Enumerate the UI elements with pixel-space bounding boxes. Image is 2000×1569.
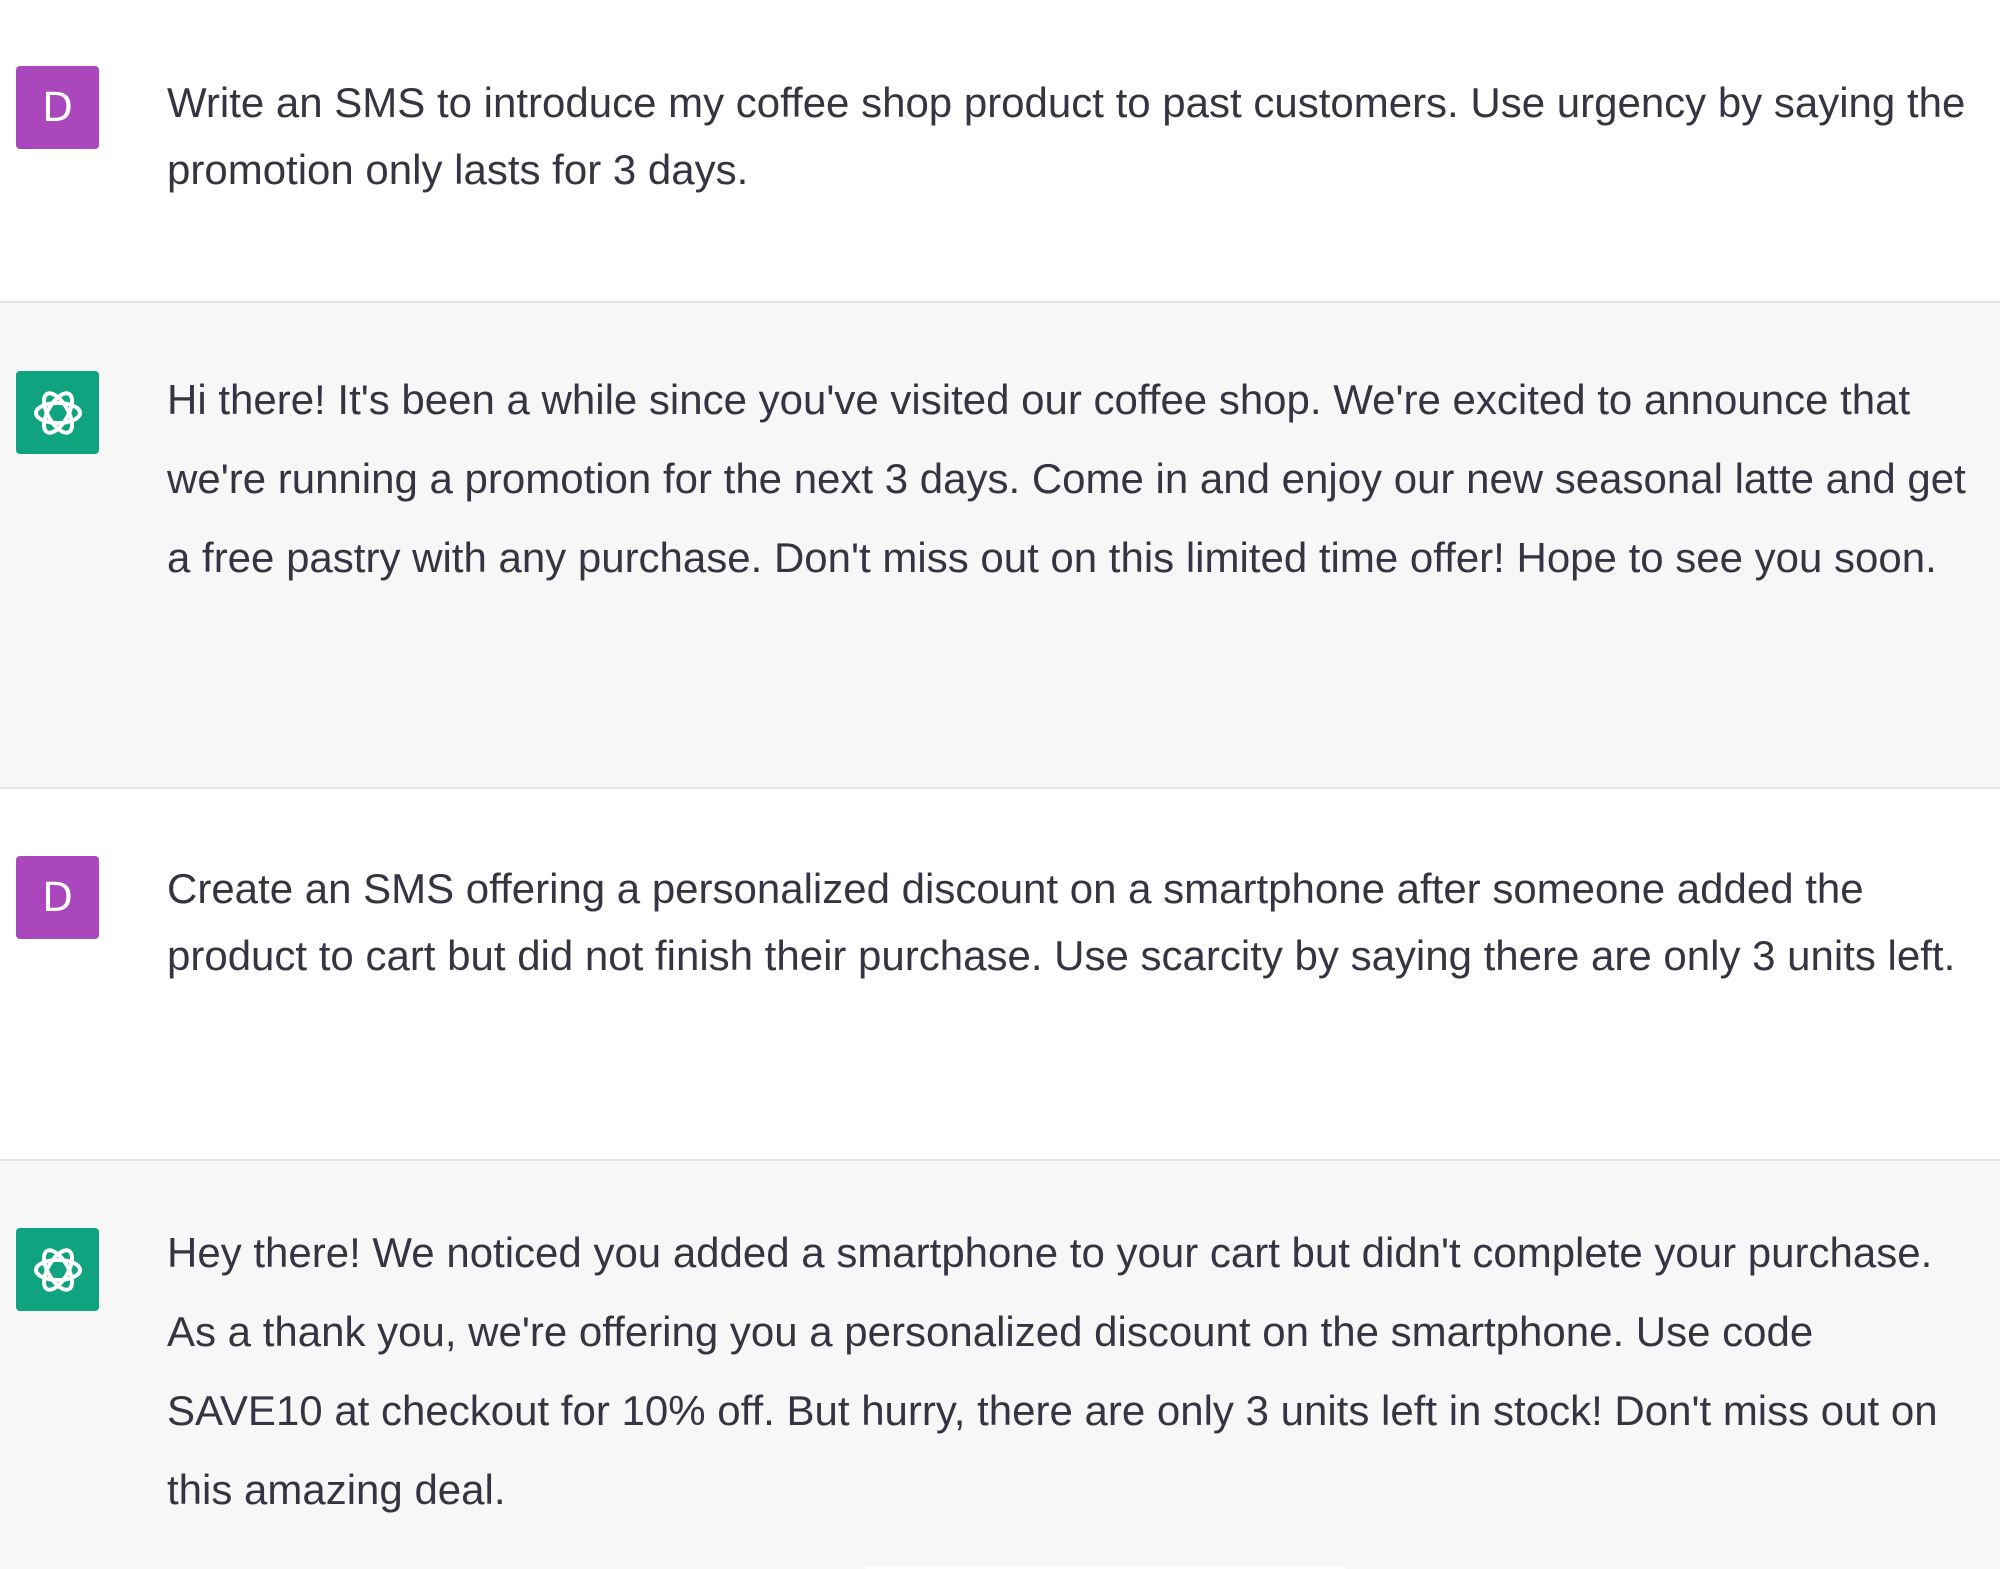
message-text: Create an SMS offering a personalized di… <box>167 865 1956 979</box>
assistant-message: Hey there! We noticed you added a smartp… <box>0 1161 2000 1569</box>
message-text: Write an SMS to introduce my coffee shop… <box>167 79 1966 193</box>
user-avatar: D <box>16 856 99 939</box>
assistant-avatar <box>16 371 99 454</box>
user-avatar: D <box>16 66 99 149</box>
message-text: Hey there! We noticed you added a smartp… <box>167 1229 1938 1513</box>
avatar-letter: D <box>42 84 73 131</box>
assistant-message: Hi there! It's been a while since you've… <box>0 303 2000 787</box>
assistant-avatar <box>16 1228 99 1311</box>
user-message: D Write an SMS to introduce my coffee sh… <box>0 0 2000 301</box>
message-text: Hi there! It's been a while since you've… <box>167 376 1966 581</box>
avatar-letter: D <box>42 874 73 921</box>
user-message: D Create an SMS offering a personalized … <box>0 789 2000 1159</box>
openai-logo-icon <box>33 1247 82 1292</box>
chat-thread: D Write an SMS to introduce my coffee sh… <box>0 0 2000 1569</box>
openai-logo-icon <box>33 390 82 435</box>
